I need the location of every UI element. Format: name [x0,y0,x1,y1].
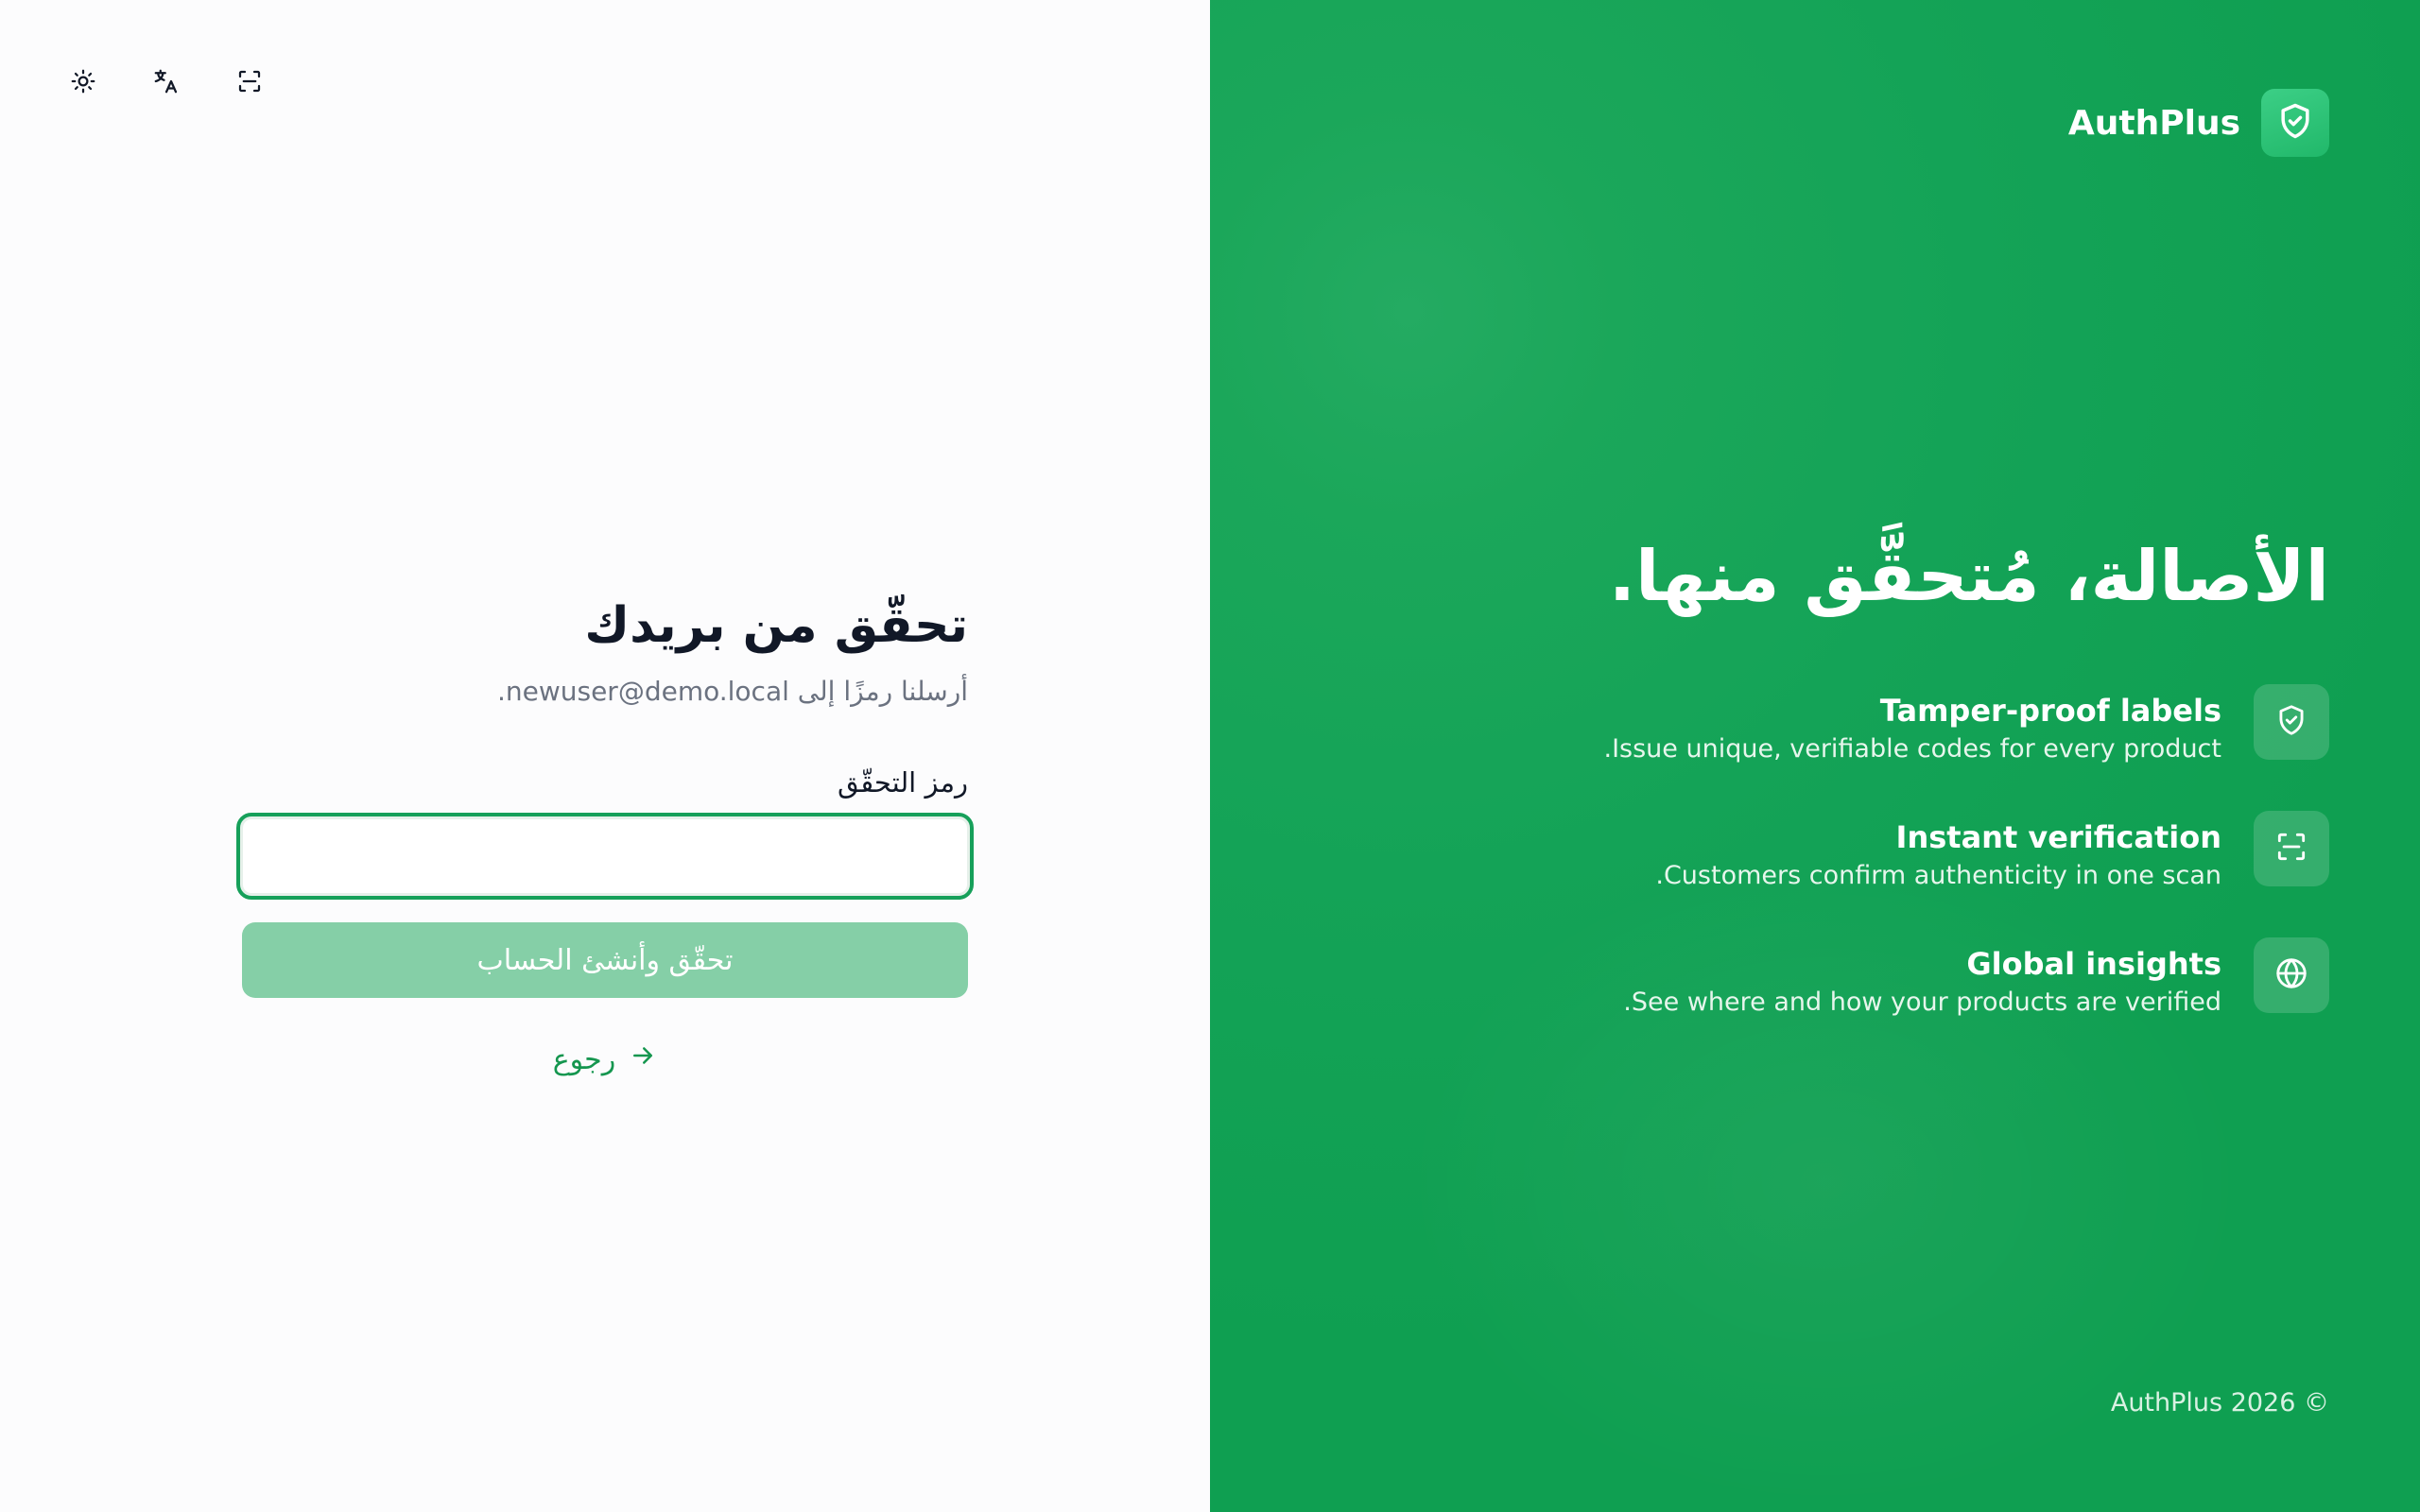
hero: الأصالة، مُتحقَّق منها. Tamper-proof lab… [1478,529,2329,1021]
hero-title: الأصالة، مُتحقَّق منها. [1608,536,2329,617]
copyright-footer: © 2026 AuthPlus [2110,1388,2329,1418]
feature-list: Tamper-proof labels Issue unique, verifi… [1478,684,2329,1021]
feature-item: Tamper-proof labels Issue unique, verifi… [1478,684,2329,767]
back-label: رجوع [552,1042,616,1076]
feature-text: Global insights See where and how your p… [1623,937,2221,1021]
scan-button[interactable] [227,60,272,106]
top-toolbar [60,60,272,106]
brand-logo [2261,89,2329,157]
feature-icon-box [2254,811,2329,886]
feature-description: Customers confirm authenticity in one sc… [1655,861,2221,890]
shield-check-icon [2274,100,2316,146]
page-title: تحقّق من بريدك [584,597,968,654]
feature-description: Issue unique, verifiable codes for every… [1603,734,2221,764]
feature-title: Instant verification [1895,819,2221,855]
feature-title: Tamper-proof labels [1879,693,2221,729]
code-field-label: رمز التحقّق [838,766,968,799]
arrow-right-icon [629,1041,657,1077]
verify-email-form: تحقّق من بريدك أرسلنا رمزًا إلى newuser@… [236,595,974,1077]
brand-panel: AuthPlus الأصالة، مُتحقَّق منها. Tamper-… [1210,0,2420,1512]
feature-icon-box [2254,937,2329,1013]
language-button[interactable] [144,60,189,106]
brand-name: AuthPlus [2067,103,2240,143]
scan-icon [2273,829,2309,868]
form-panel: تحقّق من بريدك أرسلنا رمزًا إلى newuser@… [0,0,1210,1512]
feature-title: Global insights [1966,946,2221,982]
verification-code-input[interactable] [236,813,974,900]
globe-icon [2273,955,2309,995]
translate-icon [152,67,181,99]
feature-item: Global insights See where and how your p… [1478,937,2329,1021]
feature-description: See where and how your products are veri… [1623,988,2221,1017]
brand-header: AuthPlus [2068,89,2329,157]
sun-icon [69,67,97,99]
verify-create-account-button[interactable]: تحقّق وأنشئ الحساب [242,922,968,998]
back-link[interactable]: رجوع [242,1041,968,1077]
theme-toggle-button[interactable] [60,60,106,106]
feature-text: Instant verification Customers confirm a… [1655,811,2221,894]
shield-check-icon [2273,702,2309,742]
page-root: تحقّق من بريدك أرسلنا رمزًا إلى newuser@… [0,0,2420,1512]
page-subtitle: أرسلنا رمزًا إلى newuser@demo.local. [496,676,968,707]
feature-icon-box [2254,684,2329,760]
scan-icon [235,67,264,99]
feature-text: Tamper-proof labels Issue unique, verifi… [1603,684,2221,767]
feature-item: Instant verification Customers confirm a… [1478,811,2329,894]
